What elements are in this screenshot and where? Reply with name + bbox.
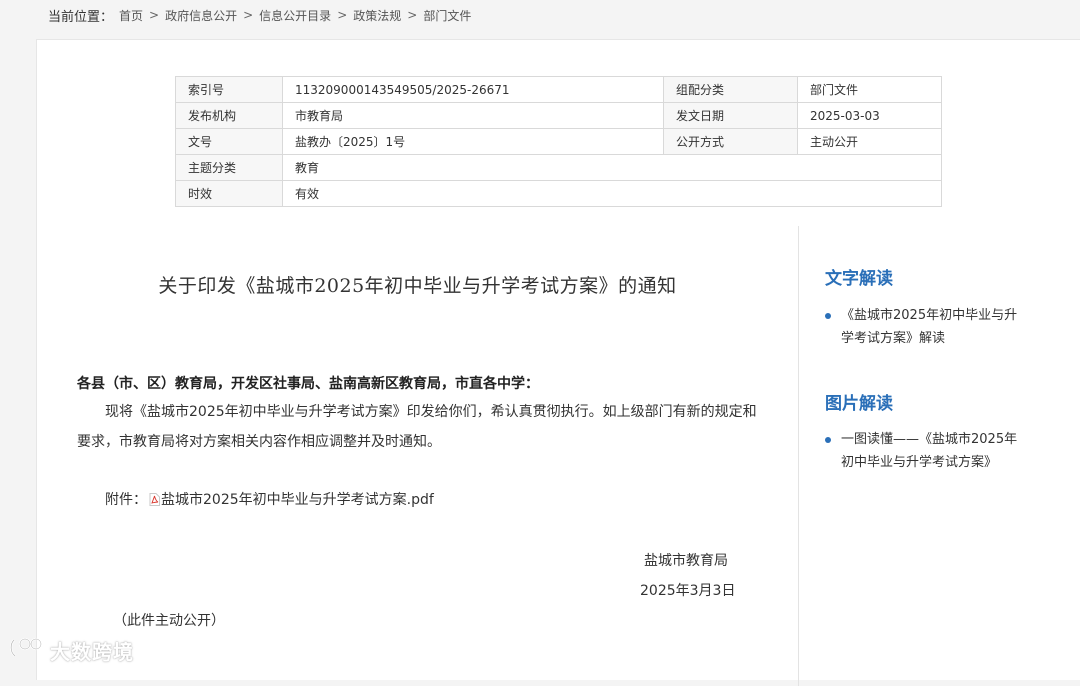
bullet-icon [825,428,841,474]
meta-value-category: 部门文件 [797,76,942,103]
watermark-logo-icon [8,636,50,664]
table-row: 发布机构 市教育局 发文日期 2025-03-03 [175,102,942,129]
meta-key-topic: 主题分类 [175,154,283,181]
breadcrumb: 当前位置： 首页 > 政府信息公开 > 信息公开目录 > 政策法规 > 部门文件 [48,5,471,25]
article-addressee: 各县（市、区）教育局，开发区社事局、盐南高新区教育局，市直各中学： [77,376,539,392]
attachment-link[interactable]: 盐城市2025年初中毕业与升学考试方案.pdf [161,489,434,509]
breadcrumb-policy[interactable]: 政策法规 [353,7,401,24]
meta-value-disclosure: 主动公开 [797,128,942,155]
sidebar-image-item[interactable]: 一图读懂——《盐城市2025年初中毕业与升学考试方案》 [825,428,1025,474]
meta-table: 索引号 113209000143549505/2025-26671 组配分类 部… [175,76,942,207]
public-note: （此件主动公开） [113,613,225,629]
meta-key-issue-date: 发文日期 [663,102,798,129]
sidebar-image-item-label[interactable]: 一图读懂——《盐城市2025年初中毕业与升学考试方案》 [841,428,1025,474]
content-card: 索引号 113209000143549505/2025-26671 组配分类 部… [36,39,1080,686]
breadcrumb-separator: > [149,8,160,22]
meta-key-publisher: 发布机构 [175,102,283,129]
sidebar-text-item[interactable]: 《盐城市2025年初中毕业与升学考试方案》解读 [825,304,1025,350]
article-body: 现将《盐城市2025年初中毕业与升学考试方案》印发给你们，希认真贯彻执行。如上级… [77,397,757,457]
breadcrumb-separator: > [243,8,254,22]
breadcrumb-separator: > [337,8,348,22]
table-row: 时效 有效 [175,180,942,207]
sidebar-text-item-label[interactable]: 《盐城市2025年初中毕业与升学考试方案》解读 [841,304,1025,350]
breadcrumb-info-catalog[interactable]: 信息公开目录 [259,7,331,24]
article-title: 关于印发《盐城市2025年初中毕业与升学考试方案》的通知 [158,275,677,297]
breadcrumb-home[interactable]: 首页 [119,7,143,24]
meta-value-doc-number: 盐教办〔2025〕1号 [282,128,664,155]
watermark: 大数跨境 [8,635,134,665]
meta-value-publisher: 市教育局 [282,102,664,129]
bullet-icon [825,304,841,350]
meta-value-issue-date: 2025-03-03 [797,102,942,129]
signature-date: 2025年3月3日 [640,583,736,599]
attachment-line: 附件： 盐城市2025年初中毕业与升学考试方案.pdf [105,489,434,509]
meta-value-validity: 有效 [282,180,942,207]
table-row: 文号 盐教办〔2025〕1号 公开方式 主动公开 [175,128,942,155]
pdf-icon [149,492,160,506]
watermark-text: 大数跨境 [50,639,134,664]
breadcrumb-label: 当前位置： [48,9,114,25]
meta-key-index: 索引号 [175,76,283,103]
meta-value-index: 113209000143549505/2025-26671 [282,76,664,103]
meta-key-validity: 时效 [175,180,283,207]
breadcrumb-separator: > [407,8,418,22]
article-body-text: 现将《盐城市2025年初中毕业与升学考试方案》印发给你们，希认真贯彻执行。如上级… [77,404,757,450]
column-divider [798,226,799,686]
table-row: 索引号 113209000143549505/2025-26671 组配分类 部… [175,76,942,103]
meta-key-doc-number: 文号 [175,128,283,155]
meta-key-category: 组配分类 [663,76,798,103]
sidebar-image-heading: 图片解读 [825,394,893,414]
attachment-label: 附件： [105,492,147,508]
table-row: 主题分类 教育 [175,154,942,181]
sidebar-text-heading: 文字解读 [825,269,893,289]
meta-key-disclosure: 公开方式 [663,128,798,155]
breadcrumb-gov-info[interactable]: 政府信息公开 [165,7,237,24]
breadcrumb-dept-docs[interactable]: 部门文件 [423,7,471,24]
signature-org: 盐城市教育局 [644,553,728,569]
meta-value-topic: 教育 [282,154,942,181]
